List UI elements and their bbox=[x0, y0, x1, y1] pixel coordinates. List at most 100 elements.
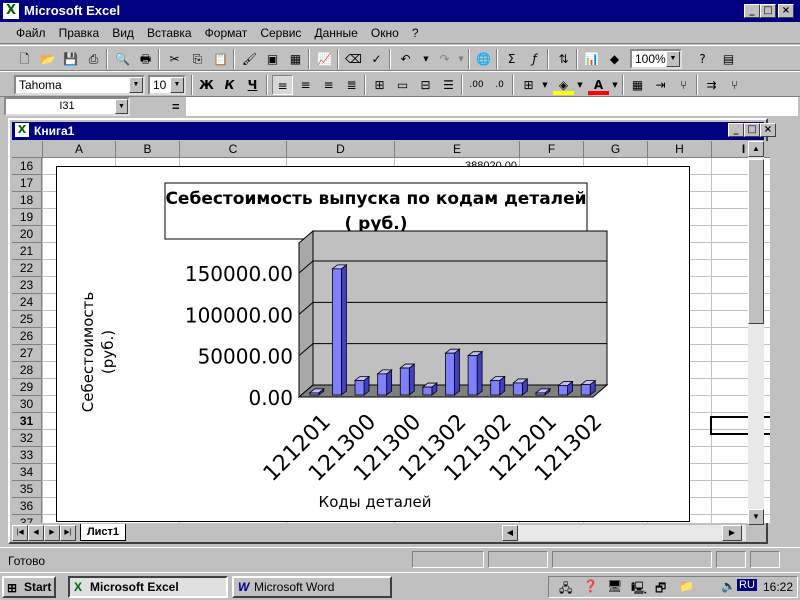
formula-input[interactable] bbox=[186, 97, 798, 116]
menu-data[interactable]: Данные bbox=[310, 22, 363, 40]
chart-icon[interactable]: 📊 bbox=[581, 49, 602, 69]
row-header-19[interactable]: 19 bbox=[12, 209, 42, 226]
save-web-icon[interactable]: ⎙ bbox=[83, 49, 104, 69]
help-icon[interactable]: ? bbox=[692, 49, 713, 69]
cell-border-icon[interactable]: ▭ bbox=[392, 75, 413, 95]
underline-button[interactable]: Ч bbox=[242, 75, 263, 95]
prev-sheet-icon[interactable]: ◀ bbox=[28, 525, 44, 541]
borders-dropdown-icon[interactable]: ▼ bbox=[539, 75, 551, 95]
computer-icon[interactable]: 🖥 bbox=[607, 579, 622, 593]
row-icon[interactable]: ☰ bbox=[438, 75, 459, 95]
chart-area[interactable]: Себестоимость выпуска по кодам деталей( … bbox=[56, 166, 690, 522]
italic-button[interactable]: К bbox=[219, 75, 240, 95]
start-button[interactable]: ⊞ Start bbox=[2, 576, 56, 598]
chart-wizard-icon[interactable]: 📈 bbox=[314, 49, 335, 69]
web-globe-icon[interactable]: 🌐 bbox=[473, 49, 494, 69]
monitor-icon[interactable]: 🖳 bbox=[631, 579, 647, 600]
increase-decimal-icon[interactable]: .00 bbox=[466, 75, 487, 95]
scroll-right-icon[interactable]: ▶ bbox=[722, 525, 742, 541]
spelling-icon[interactable]: ✓ bbox=[366, 49, 387, 69]
col-header-g[interactable]: G bbox=[584, 141, 648, 158]
menu-format[interactable]: Формат bbox=[200, 22, 253, 40]
function-icon[interactable]: ƒ bbox=[524, 49, 545, 69]
col-header-e[interactable]: E bbox=[395, 141, 520, 158]
format-painter-icon[interactable]: 🖌 bbox=[239, 49, 260, 69]
close-icon[interactable]: × bbox=[760, 123, 776, 137]
language-indicator[interactable]: RU bbox=[737, 579, 757, 591]
table-icon[interactable]: ⊟ bbox=[415, 75, 436, 95]
col-header-b[interactable]: B bbox=[116, 141, 180, 158]
sheet-tab-list1[interactable]: Лист1 bbox=[80, 524, 126, 541]
justify-icon[interactable]: ≣ bbox=[341, 75, 362, 95]
chevron-down-icon[interactable]: ▼ bbox=[129, 77, 143, 93]
row-header-17[interactable]: 17 bbox=[12, 175, 42, 192]
taskbar-word[interactable]: W Microsoft Word bbox=[232, 576, 392, 598]
row-header-28[interactable]: 28 bbox=[12, 362, 42, 379]
row-header-22[interactable]: 22 bbox=[12, 260, 42, 277]
sort-icon[interactable]: ⇅ bbox=[553, 49, 574, 69]
paste-icon[interactable]: 📋 bbox=[210, 49, 231, 69]
font-select[interactable]: Tahoma ▼ bbox=[14, 75, 145, 95]
bold-button[interactable]: Ж bbox=[196, 75, 217, 95]
row-header-29[interactable]: 29 bbox=[12, 379, 42, 396]
filter-icon[interactable]: ⑂ bbox=[724, 75, 745, 95]
row-header-18[interactable]: 18 bbox=[12, 192, 42, 209]
menu-help[interactable]: ? bbox=[407, 22, 424, 40]
print-icon[interactable]: 🖶 bbox=[135, 49, 156, 69]
row-header-16[interactable]: 16 bbox=[12, 158, 42, 175]
calendar-icon[interactable]: ▦ bbox=[285, 49, 306, 69]
align-right-icon[interactable]: ≡ bbox=[318, 75, 339, 95]
select-all-corner[interactable] bbox=[12, 141, 43, 158]
row-header-23[interactable]: 23 bbox=[12, 277, 42, 294]
menu-edit[interactable]: Правка bbox=[54, 22, 105, 40]
col-header-f[interactable]: F bbox=[520, 141, 584, 158]
last-sheet-icon[interactable]: ▶| bbox=[60, 525, 76, 541]
row-header-32[interactable]: 32 bbox=[12, 430, 42, 447]
vertical-scrollbar[interactable]: ▲ ▼ bbox=[748, 141, 764, 525]
network-icon[interactable]: 🖧 bbox=[559, 579, 572, 600]
align-left-icon[interactable]: ≡ bbox=[272, 75, 293, 95]
undo-dropdown-icon[interactable]: ▼ bbox=[420, 49, 432, 69]
fill-color-icon[interactable]: ◈ bbox=[553, 75, 574, 95]
name-box[interactable]: I31 ▼ bbox=[4, 97, 130, 116]
row-header-30[interactable]: 30 bbox=[12, 396, 42, 413]
fill-dropdown-icon[interactable]: ▼ bbox=[574, 75, 586, 95]
font-size-select[interactable]: 10 ▼ bbox=[148, 75, 186, 95]
font-color-dropdown-icon[interactable]: ▼ bbox=[609, 75, 621, 95]
help-tray-icon[interactable]: ❓ bbox=[583, 579, 598, 593]
menu-window[interactable]: Окно bbox=[366, 22, 404, 40]
print-preview-icon[interactable]: 🔍 bbox=[112, 49, 133, 69]
maximize-icon[interactable]: □ bbox=[760, 4, 776, 18]
align-center-icon[interactable]: ≡ bbox=[295, 75, 316, 95]
chevron-down-icon[interactable]: ▼ bbox=[115, 99, 128, 114]
chevron-down-icon[interactable]: ▼ bbox=[170, 77, 184, 93]
col-header-h[interactable]: H bbox=[648, 141, 712, 158]
connection-icon[interactable]: 🗗 bbox=[655, 579, 666, 600]
row-header-25[interactable]: 25 bbox=[12, 311, 42, 328]
col-header-a[interactable]: A bbox=[43, 141, 116, 158]
scroll-down-icon[interactable]: ▼ bbox=[748, 509, 764, 525]
trace-icon[interactable]: ⇉ bbox=[701, 75, 722, 95]
redo-dropdown-icon[interactable]: ▼ bbox=[455, 49, 467, 69]
scroll-thumb[interactable] bbox=[748, 159, 764, 324]
new-icon[interactable]: 🗋 bbox=[14, 49, 35, 69]
calculator-icon[interactable]: ▦ bbox=[627, 75, 648, 95]
autosum-icon[interactable]: Σ bbox=[501, 49, 522, 69]
col-header-d[interactable]: D bbox=[287, 141, 395, 158]
row-header-26[interactable]: 26 bbox=[12, 328, 42, 345]
scroll-up-icon[interactable]: ▲ bbox=[748, 141, 764, 157]
next-sheet-icon[interactable]: ▶ bbox=[44, 525, 60, 541]
menu-insert[interactable]: Вставка bbox=[142, 22, 197, 40]
speaker-icon[interactable]: 🔈 bbox=[721, 579, 736, 593]
folder-icon[interactable]: 📁 bbox=[679, 579, 694, 593]
row-header-20[interactable]: 20 bbox=[12, 226, 42, 243]
merge-center-icon[interactable]: ⊞ bbox=[369, 75, 390, 95]
font-color-icon[interactable]: A bbox=[588, 75, 609, 95]
zoom-select[interactable]: 100% ▼ bbox=[630, 49, 682, 69]
restore-icon[interactable]: □ bbox=[744, 123, 760, 137]
save-icon[interactable]: 💾 bbox=[60, 49, 81, 69]
open-icon[interactable]: 📂 bbox=[37, 49, 58, 69]
eraser-icon[interactable]: ⌫ bbox=[343, 49, 364, 69]
formula-equals-button[interactable]: = bbox=[172, 99, 180, 114]
taskbar-excel[interactable]: X Microsoft Excel bbox=[68, 576, 228, 598]
